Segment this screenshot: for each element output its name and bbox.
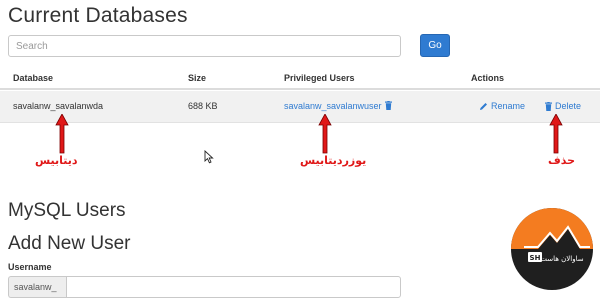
annotation-database-user: یوزردیتابیس: [300, 154, 367, 167]
column-header-privileged-users: Privileged Users: [284, 73, 355, 83]
column-header-size[interactable]: Size: [188, 73, 206, 83]
annotation-database: دیتابیس: [35, 154, 78, 167]
username-input[interactable]: [66, 276, 401, 298]
rename-label: Rename: [491, 101, 526, 111]
annotation-delete: حذف: [548, 154, 576, 167]
delete-button[interactable]: Delete: [545, 101, 581, 111]
go-button[interactable]: Go: [420, 34, 450, 57]
mouse-pointer-icon: [204, 150, 214, 164]
annotation-arrow-user: [318, 114, 332, 154]
rename-button[interactable]: Rename: [479, 101, 525, 111]
privileged-user: savalanw_savalanwuser: [284, 101, 393, 111]
savalan-host-logo: SH ساوالان هاست: [511, 208, 593, 290]
username-label: Username: [8, 262, 52, 272]
table-header: Database Size Privileged Users Actions: [0, 67, 600, 90]
annotation-arrow-delete: [549, 114, 563, 154]
table-row: savalanw_savalanwda 688 KB savalanw_sava…: [0, 91, 600, 123]
column-header-database[interactable]: Database: [13, 73, 53, 83]
annotation-arrow-database: [55, 114, 69, 154]
page-title: Current Databases: [8, 4, 188, 27]
logo-badge: SH: [530, 254, 541, 262]
privileged-user-link[interactable]: savalanw_savalanwuser: [284, 101, 382, 111]
database-name: savalanw_savalanwda: [13, 101, 104, 111]
trash-icon: [545, 101, 552, 111]
add-new-user-heading: Add New User: [8, 233, 131, 254]
pencil-icon: [480, 102, 487, 110]
trash-icon[interactable]: [385, 101, 393, 110]
mysql-users-heading: MySQL Users: [8, 200, 126, 221]
column-header-actions: Actions: [471, 73, 505, 83]
logo-text: ساوالان هاست: [540, 255, 583, 263]
search-input[interactable]: [8, 35, 401, 57]
delete-label: Delete: [555, 101, 582, 111]
database-size: 688 KB: [188, 101, 218, 111]
username-prefix: savalanw_: [8, 276, 66, 298]
